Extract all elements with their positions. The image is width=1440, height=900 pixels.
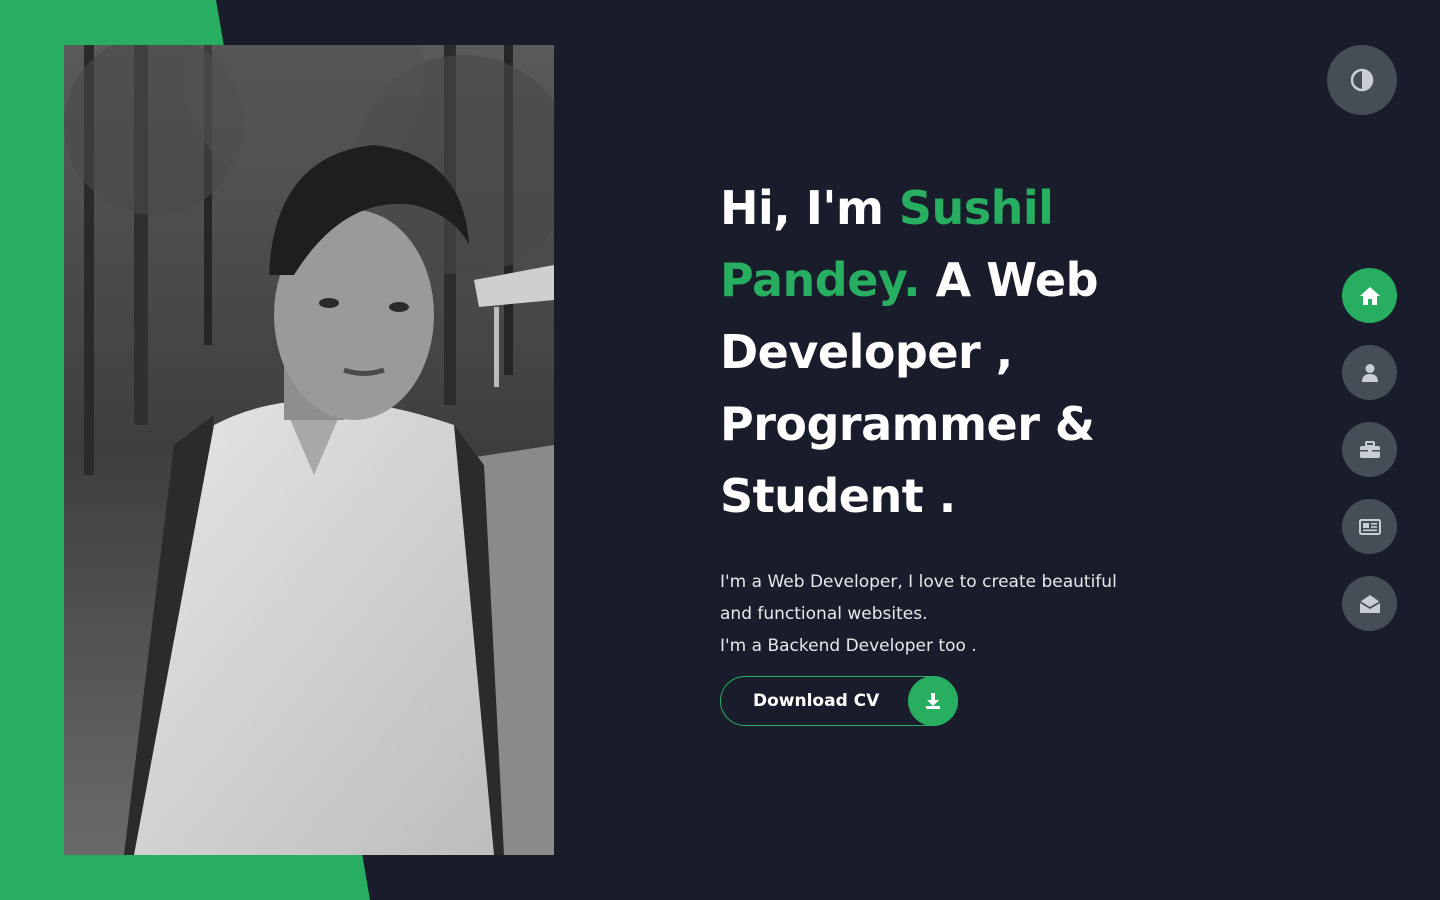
user-icon (1361, 363, 1378, 382)
nav-item-blogs[interactable] (1342, 499, 1397, 554)
home-icon (1359, 286, 1380, 305)
download-icon (908, 676, 958, 726)
nav-item-portfolio[interactable] (1342, 422, 1397, 477)
nav-item-contact[interactable] (1342, 576, 1397, 631)
nav-item-home[interactable] (1342, 268, 1397, 323)
hero-title: Hi, I'm Sushil Pandey. A Web Developer ,… (720, 172, 1190, 532)
home-page: Hi, I'm Sushil Pandey. A Web Developer ,… (0, 0, 1440, 900)
download-cv-label: Download CV (753, 691, 880, 711)
theme-toggle-button[interactable] (1327, 45, 1397, 115)
hero-description-line-2: I'm a Backend Developer too . (720, 636, 977, 656)
nav-item-about[interactable] (1342, 345, 1397, 400)
briefcase-icon (1359, 440, 1380, 458)
contrast-icon (1350, 68, 1374, 92)
newspaper-icon (1358, 518, 1381, 535)
profile-photo (64, 45, 554, 855)
hero-section: Hi, I'm Sushil Pandey. A Web Developer ,… (720, 172, 1190, 662)
side-navigation (1342, 268, 1397, 653)
download-cv-button[interactable]: Download CV (720, 676, 958, 726)
hero-description: I'm a Web Developer, I love to create be… (720, 566, 1140, 662)
hero-description-line-1: I'm a Web Developer, I love to create be… (720, 572, 1117, 624)
hero-greeting: Hi, I'm (720, 181, 899, 235)
envelope-open-icon (1359, 594, 1380, 613)
